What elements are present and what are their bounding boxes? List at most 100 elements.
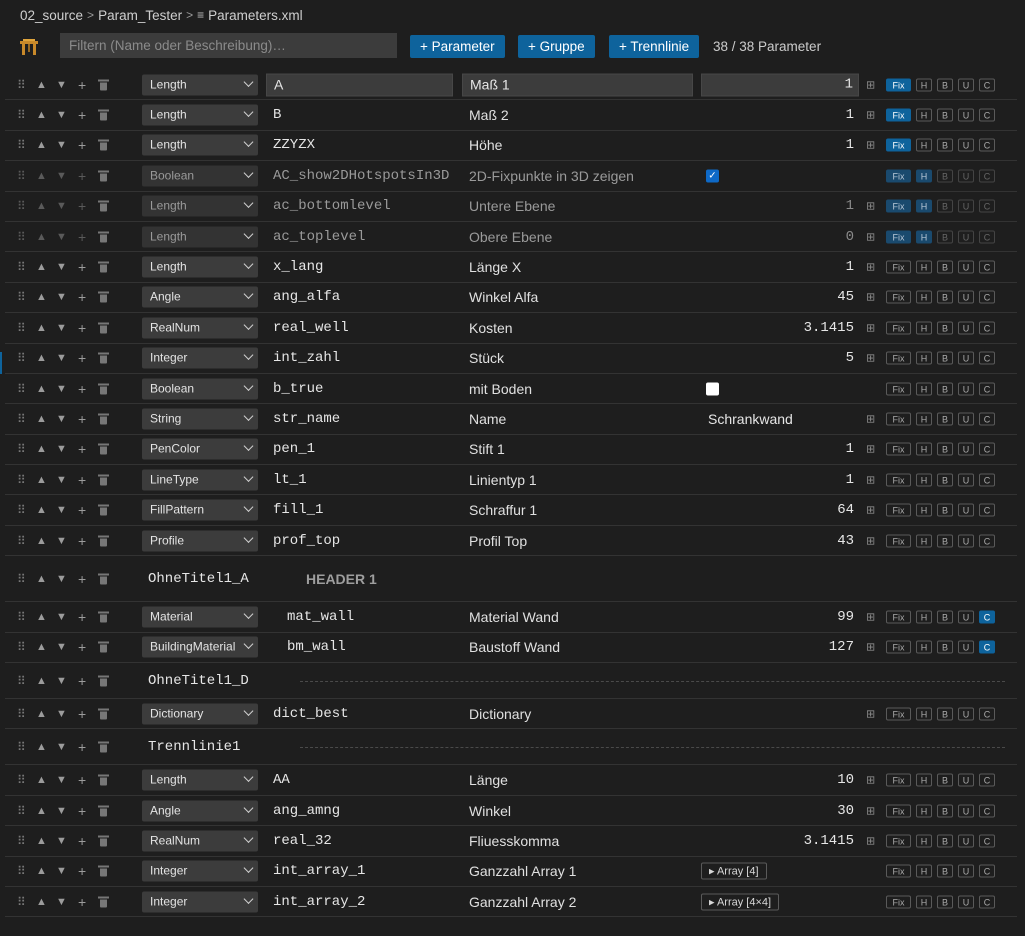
parameter-value[interactable]: 3.1415 xyxy=(804,320,854,336)
arrow-down-icon[interactable]: ▼ xyxy=(56,535,67,547)
flag-c-toggle[interactable]: C xyxy=(979,199,995,213)
arrow-down-icon[interactable]: ▼ xyxy=(56,352,67,364)
flag-fix-toggle[interactable]: Fix xyxy=(886,895,911,909)
arrow-down-icon[interactable]: ▼ xyxy=(56,322,67,334)
trash-icon[interactable] xyxy=(98,474,109,486)
arrow-up-icon[interactable]: ▲ xyxy=(36,774,47,786)
grid-icon[interactable]: ⊞ xyxy=(866,610,875,623)
flag-fix-toggle[interactable]: Fix xyxy=(886,707,911,721)
grid-icon[interactable]: ⊞ xyxy=(866,804,875,817)
flag-fix-toggle[interactable]: Fix xyxy=(886,534,911,548)
flag-c-toggle[interactable]: C xyxy=(979,260,995,274)
flag-u-toggle[interactable]: U xyxy=(958,412,974,426)
flag-fix-toggle[interactable]: Fix xyxy=(886,773,911,787)
arrow-up-icon[interactable]: ▲ xyxy=(36,231,47,243)
arrow-down-icon[interactable]: ▼ xyxy=(56,741,67,753)
trash-icon[interactable] xyxy=(98,231,109,243)
arrow-down-icon[interactable]: ▼ xyxy=(56,170,67,182)
arrow-up-icon[interactable]: ▲ xyxy=(36,261,47,273)
drag-handle-icon[interactable]: ⠿ xyxy=(17,864,26,878)
arrow-up-icon[interactable]: ▲ xyxy=(36,611,47,623)
parameter-value[interactable]: 1 xyxy=(846,259,854,275)
plus-icon[interactable]: + xyxy=(78,894,86,910)
type-select[interactable]: Boolean xyxy=(142,165,258,187)
trash-icon[interactable] xyxy=(98,443,109,455)
flag-c-toggle[interactable]: C xyxy=(979,78,995,92)
flag-h-toggle[interactable]: H xyxy=(916,503,932,517)
flag-b-toggle[interactable]: B xyxy=(937,610,953,624)
flag-c-toggle[interactable]: C xyxy=(979,473,995,487)
flag-b-toggle[interactable]: B xyxy=(937,321,953,335)
parameter-value[interactable]: 1 xyxy=(846,441,854,457)
arrow-up-icon[interactable]: ▲ xyxy=(36,835,47,847)
arrow-down-icon[interactable]: ▼ xyxy=(56,261,67,273)
arrow-up-icon[interactable]: ▲ xyxy=(36,139,47,151)
flag-u-toggle[interactable]: U xyxy=(958,610,974,624)
drag-handle-icon[interactable]: ⠿ xyxy=(17,321,26,335)
plus-icon[interactable]: + xyxy=(78,803,86,819)
plus-icon[interactable]: + xyxy=(78,441,86,457)
flag-u-toggle[interactable]: U xyxy=(958,895,974,909)
flag-c-toggle[interactable]: C xyxy=(979,412,995,426)
add-group-button[interactable]: + Gruppe xyxy=(518,35,595,58)
type-select[interactable]: PenColor xyxy=(142,438,258,460)
parameter-value[interactable]: 45 xyxy=(837,289,854,305)
flag-fix-toggle[interactable]: Fix xyxy=(886,78,911,92)
flag-u-toggle[interactable]: U xyxy=(958,473,974,487)
drag-handle-icon[interactable]: ⠿ xyxy=(17,895,26,909)
plus-icon[interactable]: + xyxy=(78,381,86,397)
flag-c-toggle[interactable]: C xyxy=(979,834,995,848)
type-select[interactable]: Integer xyxy=(142,860,258,882)
trash-icon[interactable] xyxy=(98,79,109,91)
plus-icon[interactable]: + xyxy=(78,706,86,722)
arrow-up-icon[interactable]: ▲ xyxy=(36,352,47,364)
parameter-value[interactable]: 1 xyxy=(846,107,854,123)
arrow-up-icon[interactable]: ▲ xyxy=(36,741,47,753)
breadcrumb-file[interactable]: Parameters.xml xyxy=(208,8,303,23)
drag-handle-icon[interactable]: ⠿ xyxy=(17,382,26,396)
type-select[interactable]: Length xyxy=(142,74,258,96)
flag-h-toggle[interactable]: H xyxy=(916,707,932,721)
trash-icon[interactable] xyxy=(98,535,109,547)
arrow-down-icon[interactable]: ▼ xyxy=(56,109,67,121)
flag-h-toggle[interactable]: H xyxy=(916,412,932,426)
drag-handle-icon[interactable]: ⠿ xyxy=(17,78,26,92)
flag-fix-toggle[interactable]: Fix xyxy=(886,321,911,335)
array-toggle-button[interactable]: ▸ Array [4] xyxy=(701,862,767,880)
trash-icon[interactable] xyxy=(98,774,109,786)
plus-icon[interactable]: + xyxy=(78,472,86,488)
plus-icon[interactable]: + xyxy=(78,833,86,849)
arrow-down-icon[interactable]: ▼ xyxy=(56,200,67,212)
drag-handle-icon[interactable]: ⠿ xyxy=(17,610,26,624)
flag-u-toggle[interactable]: U xyxy=(958,640,974,654)
flag-b-toggle[interactable]: B xyxy=(937,169,953,183)
grid-icon[interactable]: ⊞ xyxy=(866,78,875,91)
arrow-down-icon[interactable]: ▼ xyxy=(56,573,67,585)
flag-b-toggle[interactable]: B xyxy=(937,108,953,122)
plus-icon[interactable]: + xyxy=(78,77,86,93)
trash-icon[interactable] xyxy=(98,413,109,425)
arrow-down-icon[interactable]: ▼ xyxy=(56,896,67,908)
parameter-value[interactable]: 5 xyxy=(846,350,854,366)
grid-icon[interactable]: ⊞ xyxy=(866,352,875,365)
type-select[interactable]: BuildingMaterial xyxy=(142,636,258,658)
drag-handle-icon[interactable]: ⠿ xyxy=(17,674,26,688)
grid-icon[interactable]: ⊞ xyxy=(866,443,875,456)
arrow-up-icon[interactable]: ▲ xyxy=(36,504,47,516)
arrow-down-icon[interactable]: ▼ xyxy=(56,865,67,877)
flag-u-toggle[interactable]: U xyxy=(958,290,974,304)
trash-icon[interactable] xyxy=(98,109,109,121)
trash-icon[interactable] xyxy=(98,708,109,720)
drag-handle-icon[interactable]: ⠿ xyxy=(17,534,26,548)
trash-icon[interactable] xyxy=(98,573,109,585)
flag-b-toggle[interactable]: B xyxy=(937,230,953,244)
arrow-down-icon[interactable]: ▼ xyxy=(56,641,67,653)
parameter-value[interactable]: 1 xyxy=(846,472,854,488)
value-field[interactable]: 1 xyxy=(701,73,859,97)
type-select[interactable]: Angle xyxy=(142,800,258,821)
flag-fix-toggle[interactable]: Fix xyxy=(886,351,911,365)
grid-icon[interactable]: ⊞ xyxy=(866,139,875,152)
flag-u-toggle[interactable]: U xyxy=(958,442,974,456)
plus-icon[interactable]: + xyxy=(78,609,86,625)
flag-b-toggle[interactable]: B xyxy=(937,260,953,274)
